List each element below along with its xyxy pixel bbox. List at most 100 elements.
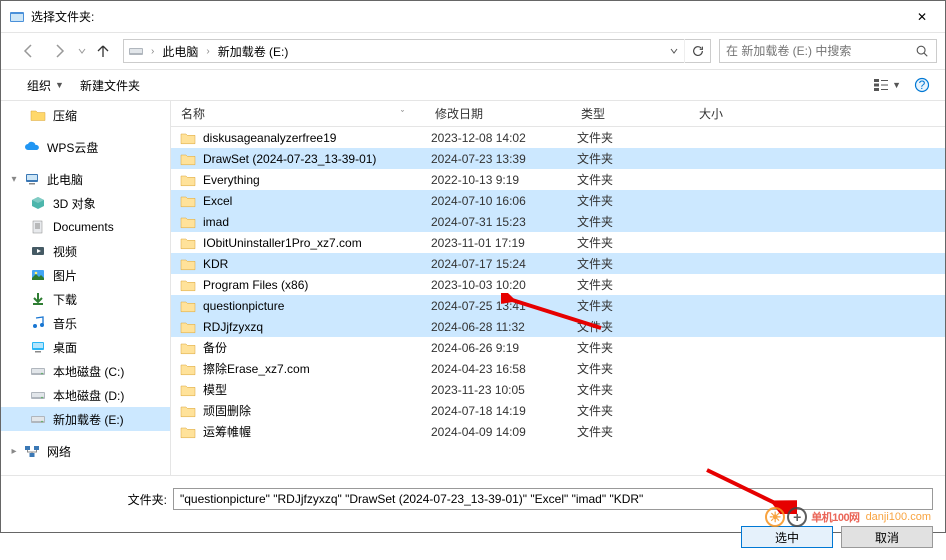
address-bar[interactable]: › 此电脑 › 新加载卷 (E:) — [123, 39, 711, 63]
sidebar-item[interactable]: 压缩 — [1, 103, 170, 127]
breadcrumb-segment[interactable]: 此电脑 — [158, 43, 202, 60]
sidebar-item[interactable]: 下载 — [1, 287, 170, 311]
breadcrumb-segment[interactable]: 新加载卷 (E:) — [214, 43, 293, 60]
file-date: 2023-11-01 17:19 — [431, 236, 577, 250]
help-button[interactable]: ? — [911, 74, 933, 96]
select-button[interactable]: 选中 — [741, 526, 833, 548]
column-header-name[interactable]: 名称ˇ — [171, 101, 425, 126]
sidebar-item-label: 3D 对象 — [53, 195, 96, 212]
column-header-type[interactable]: 类型 — [571, 101, 689, 126]
sidebar-item-label: 本地磁盘 (D:) — [53, 387, 124, 404]
file-date: 2023-12-08 14:02 — [431, 131, 577, 145]
folder-icon — [179, 382, 197, 398]
sidebar-item[interactable]: 本地磁盘 (D:) — [1, 383, 170, 407]
sort-indicator-icon: ˇ — [401, 109, 404, 119]
file-type: 文件夹 — [577, 213, 695, 230]
search-icon[interactable] — [908, 40, 936, 62]
file-row[interactable]: 模型2023-11-23 10:05文件夹 — [171, 379, 945, 400]
file-date: 2024-07-10 16:06 — [431, 194, 577, 208]
sidebar-item-label: 网络 — [47, 443, 71, 460]
sidebar-item[interactable]: 视频 — [1, 239, 170, 263]
expand-icon[interactable]: ▾ — [7, 174, 21, 185]
file-date: 2024-06-26 9:19 — [431, 341, 577, 355]
file-row[interactable]: Everything2022-10-13 9:19文件夹 — [171, 169, 945, 190]
sidebar-item[interactable]: 桌面 — [1, 335, 170, 359]
sidebar-item[interactable]: ▸ 网络 — [1, 439, 170, 463]
music-icon — [29, 314, 47, 332]
window-title: 选择文件夹: — [31, 8, 899, 25]
close-button[interactable]: ✕ — [899, 1, 945, 32]
sidebar-item[interactable]: Documents — [1, 215, 170, 239]
file-date: 2024-07-23 13:39 — [431, 152, 577, 166]
address-dropdown[interactable] — [664, 47, 684, 55]
view-icon — [873, 78, 889, 92]
pics-icon — [29, 266, 47, 284]
new-folder-button[interactable]: 新建文件夹 — [72, 73, 148, 98]
folder-name-input[interactable] — [173, 488, 933, 510]
folder-icon — [179, 340, 197, 356]
cancel-button[interactable]: 取消 — [841, 526, 933, 548]
file-type: 文件夹 — [577, 381, 695, 398]
file-date: 2022-10-13 9:19 — [431, 173, 577, 187]
search-input[interactable] — [720, 44, 908, 58]
body: 压缩 WPS云盘 ▾ 此电脑 3D 对象 Documents视频图片下载音乐桌面本地磁盘 … — [1, 101, 945, 475]
column-header-size[interactable]: 大小 — [689, 101, 789, 126]
file-list[interactable]: diskusageanalyzerfree192023-12-08 14:02文… — [171, 127, 945, 455]
sidebar-item-label: 此电脑 — [47, 171, 83, 188]
file-row[interactable]: Program Files (x86)2023-10-03 10:20文件夹 — [171, 274, 945, 295]
folder-icon — [179, 319, 197, 335]
folder-icon — [179, 298, 197, 314]
view-options-button[interactable]: ▼ — [869, 76, 905, 94]
recent-dropdown[interactable] — [75, 37, 89, 65]
sidebar-item[interactable]: WPS云盘 — [1, 135, 170, 159]
file-row[interactable]: IObitUninstaller1Pro_xz7.com2023-11-01 1… — [171, 232, 945, 253]
folder-icon — [179, 235, 197, 251]
down-icon — [29, 290, 47, 308]
folder-icon — [29, 106, 47, 124]
file-row[interactable]: 运筹帷幄2024-04-09 14:09文件夹 — [171, 421, 945, 442]
sidebar-item[interactable]: 3D 对象 — [1, 191, 170, 215]
folder-icon — [179, 256, 197, 272]
file-name: 备份 — [203, 339, 431, 356]
search-box[interactable] — [719, 39, 937, 63]
sidebar-item[interactable]: 图片 — [1, 263, 170, 287]
refresh-button[interactable] — [684, 39, 710, 63]
sidebar-item[interactable]: 音乐 — [1, 311, 170, 335]
toolbar: 组织▼ 新建文件夹 ▼ ? — [1, 69, 945, 101]
sidebar-item-label: 桌面 — [53, 339, 77, 356]
sidebar-item-label: 下载 — [53, 291, 77, 308]
file-row[interactable]: Excel2024-07-10 16:06文件夹 — [171, 190, 945, 211]
sidebar-item[interactable]: 本地磁盘 (C:) — [1, 359, 170, 383]
column-header-date[interactable]: 修改日期 — [425, 101, 571, 126]
back-button[interactable] — [15, 37, 43, 65]
3d-icon — [29, 194, 47, 212]
file-row[interactable]: DrawSet (2024-07-23_13-39-01)2024-07-23 … — [171, 148, 945, 169]
footer: 文件夹: 选中 取消 — [1, 475, 945, 560]
file-row[interactable]: 擦除Erase_xz7.com2024-04-23 16:58文件夹 — [171, 358, 945, 379]
sidebar-item[interactable]: 新加载卷 (E:) — [1, 407, 170, 431]
file-row[interactable]: imad2024-07-31 15:23文件夹 — [171, 211, 945, 232]
sidebar-item[interactable]: ▾ 此电脑 — [1, 167, 170, 191]
file-row[interactable]: diskusageanalyzerfree192023-12-08 14:02文… — [171, 127, 945, 148]
file-type: 文件夹 — [577, 129, 695, 146]
titlebar: 选择文件夹: ✕ — [1, 1, 945, 33]
up-button[interactable] — [91, 37, 115, 65]
organize-button[interactable]: 组织▼ — [19, 73, 72, 98]
file-row[interactable]: KDR2024-07-17 15:24文件夹 — [171, 253, 945, 274]
sidebar-tree[interactable]: 压缩 WPS云盘 ▾ 此电脑 3D 对象 Documents视频图片下载音乐桌面本地磁盘 … — [1, 101, 171, 475]
file-type: 文件夹 — [577, 276, 695, 293]
expand-icon[interactable]: ▸ — [7, 446, 21, 457]
nav-bar: › 此电脑 › 新加载卷 (E:) — [1, 33, 945, 69]
file-name: KDR — [203, 257, 431, 271]
forward-button[interactable] — [45, 37, 73, 65]
file-name: Excel — [203, 194, 431, 208]
file-date: 2024-04-23 16:58 — [431, 362, 577, 376]
file-type: 文件夹 — [577, 297, 695, 314]
file-row[interactable]: 备份2024-06-26 9:19文件夹 — [171, 337, 945, 358]
file-row[interactable]: questionpicture2024-07-25 13:41文件夹 — [171, 295, 945, 316]
folder-icon — [179, 172, 197, 188]
desk-icon — [29, 338, 47, 356]
drive-icon — [125, 40, 147, 62]
file-row[interactable]: 顽固删除2024-07-18 14:19文件夹 — [171, 400, 945, 421]
file-row[interactable]: RDJjfzyxzq2024-06-28 11:32文件夹 — [171, 316, 945, 337]
